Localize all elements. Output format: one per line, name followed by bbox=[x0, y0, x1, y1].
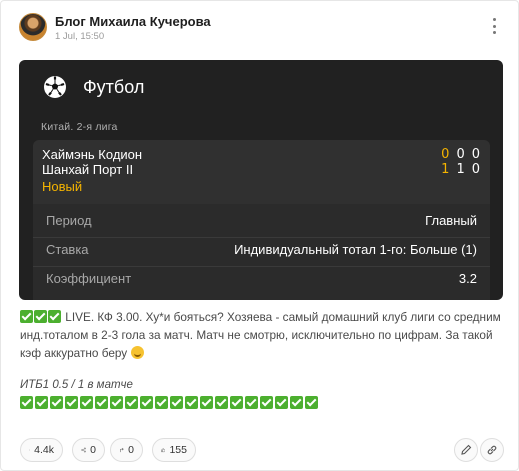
share-button[interactable]: 0 bbox=[110, 438, 143, 462]
score-away-period1: 1 bbox=[456, 162, 465, 177]
share-icon bbox=[120, 447, 124, 453]
checks-row bbox=[20, 396, 320, 410]
bet-details: Период Главный Ставка Индивидуальный тот… bbox=[33, 204, 490, 300]
eye-icon bbox=[29, 449, 31, 451]
post-header: Блог Михаила Кучерова 1 Jul, 15:50 bbox=[19, 13, 508, 43]
score-away-total: 1 bbox=[441, 162, 450, 177]
check-emoji-icon bbox=[260, 396, 273, 409]
like-count: 155 bbox=[169, 444, 187, 456]
detail-label: Период bbox=[46, 213, 92, 228]
pencil-icon bbox=[461, 444, 472, 455]
score-home-total: 0 bbox=[441, 147, 450, 162]
check-emoji-icon bbox=[20, 310, 33, 323]
share-count: 0 bbox=[128, 444, 134, 456]
check-emoji-icon bbox=[34, 310, 47, 323]
check-emoji-icon bbox=[50, 396, 63, 409]
check-emoji-icon bbox=[215, 396, 228, 409]
team-home: Хаймэнь Кодион bbox=[42, 147, 143, 162]
check-emoji-icon bbox=[20, 396, 33, 409]
check-emoji-icon bbox=[230, 396, 243, 409]
check-emoji-icon bbox=[155, 396, 168, 409]
like-button[interactable]: 155 bbox=[152, 438, 196, 462]
score-home-period1: 0 bbox=[456, 147, 465, 162]
detail-label: Ставка bbox=[46, 242, 89, 257]
match-box: Хаймэнь Кодион Шанхай Порт II Новый 0 0 … bbox=[33, 140, 490, 204]
match-status: Новый bbox=[42, 179, 83, 194]
sport-title: Футбол bbox=[83, 77, 145, 97]
check-emoji-icon bbox=[80, 396, 93, 409]
soccer-ball-icon bbox=[44, 76, 66, 98]
repost-button[interactable]: 0 bbox=[72, 438, 105, 462]
check-emoji-icon bbox=[48, 310, 61, 323]
repost-count: 0 bbox=[90, 444, 96, 456]
check-emoji-icon bbox=[170, 396, 183, 409]
detail-value: Главный bbox=[425, 213, 477, 228]
avatar[interactable] bbox=[19, 13, 47, 41]
divider bbox=[33, 237, 490, 238]
copy-link-button[interactable] bbox=[480, 438, 504, 462]
check-emoji-icon bbox=[185, 396, 198, 409]
check-emoji-icon bbox=[245, 396, 258, 409]
score-table: 0 0 0 1 1 0 bbox=[441, 147, 480, 177]
score-home-period2: 0 bbox=[471, 147, 480, 162]
check-emoji-icon bbox=[275, 396, 288, 409]
itb-line: ИТБ1 0.5 / 1 в матче bbox=[20, 379, 133, 391]
team-away: Шанхай Порт II bbox=[42, 162, 134, 177]
author-name[interactable]: Блог Михаила Кучерова bbox=[55, 14, 211, 29]
detail-row-bet: Ставка Индивидуальный тотал 1-го: Больше… bbox=[46, 242, 477, 262]
score-row-away: 1 1 0 bbox=[441, 162, 480, 177]
check-emoji-icon bbox=[110, 396, 123, 409]
score-row-home: 0 0 0 bbox=[441, 147, 480, 162]
post-date: 1 Jul, 15:50 bbox=[55, 31, 105, 42]
detail-value: Индивидуальный тотал 1-го: Больше (1) bbox=[234, 242, 477, 257]
detail-row-odds: Коэффициент 3.2 bbox=[46, 271, 477, 291]
check-emoji-icon bbox=[290, 396, 303, 409]
check-emoji-icon bbox=[140, 396, 153, 409]
views-count: 4.4k bbox=[34, 444, 54, 456]
check-emoji-icon bbox=[200, 396, 213, 409]
divider bbox=[33, 266, 490, 267]
post-card: Блог Михаила Кучерова 1 Jul, 15:50 Футбо… bbox=[0, 0, 519, 471]
detail-row-period: Период Главный bbox=[46, 213, 477, 233]
check-emoji-icon bbox=[125, 396, 138, 409]
link-icon bbox=[487, 445, 497, 455]
post-text: LIVE. КФ 3.00. Ху*и бояться? Хозяева - с… bbox=[20, 308, 502, 362]
detail-label: Коэффициент bbox=[46, 271, 132, 286]
post-body-text: LIVE. КФ 3.00. Ху*и бояться? Хозяева - с… bbox=[20, 310, 501, 360]
post-footer: 4.4k 0 0 155 bbox=[20, 438, 504, 462]
check-emoji-icon bbox=[65, 396, 78, 409]
check-emoji-icon bbox=[305, 396, 318, 409]
check-emoji-icon bbox=[35, 396, 48, 409]
repost-icon bbox=[81, 447, 86, 453]
detail-value: 3.2 bbox=[458, 271, 477, 286]
check-emoji-icon bbox=[95, 396, 108, 409]
edit-button[interactable] bbox=[454, 438, 478, 462]
views-counter[interactable]: 4.4k bbox=[20, 438, 63, 462]
score-away-period2: 0 bbox=[471, 162, 480, 177]
sport-header: Футбол bbox=[19, 60, 503, 118]
bet-card: Футбол Китай. 2-я лига Хаймэнь Кодион Ша… bbox=[19, 60, 503, 300]
thumbs-up-icon bbox=[161, 448, 166, 453]
league-name: Китай. 2-я лига bbox=[41, 121, 118, 133]
more-vertical-icon[interactable] bbox=[488, 15, 500, 37]
smile-emoji-icon bbox=[130, 346, 144, 359]
